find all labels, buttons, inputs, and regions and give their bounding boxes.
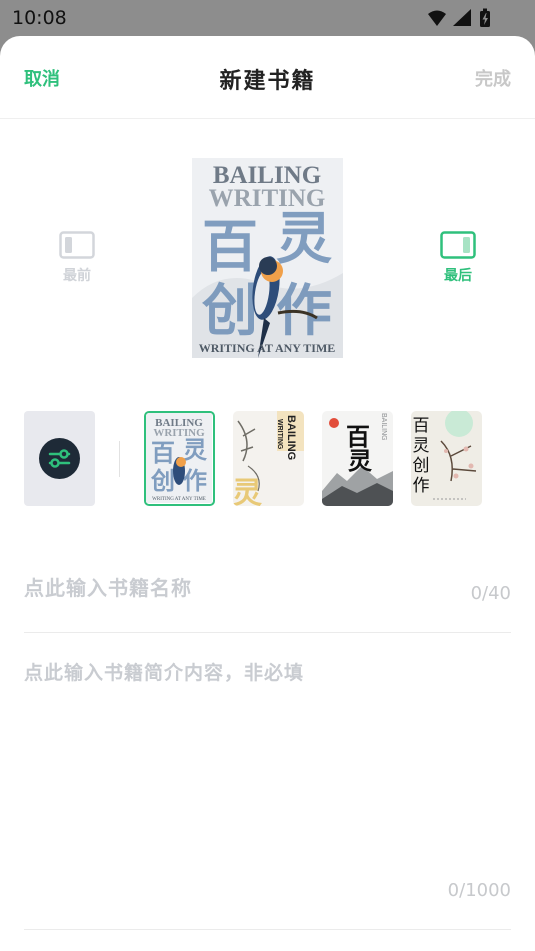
name-divider: [24, 632, 511, 633]
book-name-input[interactable]: [24, 568, 454, 608]
page-title: 新建书籍: [219, 69, 316, 94]
cover-char-2: 灵: [276, 206, 332, 272]
thumb2-en1: BAILING: [285, 415, 297, 460]
cover-tagline: WRITING AT ANY TIME: [199, 341, 336, 355]
thumb4-char-1: 百: [413, 416, 430, 436]
thumb4-char-2: 灵: [413, 436, 430, 456]
cover-template-4[interactable]: 百 灵 创 作: [411, 411, 482, 506]
cover-templates-row: BAILING WRITING 百 灵 创 作 WRITING AT ANY T…: [0, 411, 535, 507]
cover-char-3: 创: [202, 278, 258, 344]
position-front-button[interactable]: 最前: [42, 231, 112, 301]
thumb1-char-4: 作: [183, 466, 207, 495]
intro-char-count: 0/1000: [447, 880, 511, 901]
thumb1-char-1: 百: [151, 438, 175, 467]
name-char-count: 0/40: [470, 583, 511, 604]
thumb1-char-2: 灵: [183, 435, 207, 464]
book-intro-input[interactable]: [24, 658, 511, 858]
thumb2-en2: WRITING: [276, 419, 283, 450]
adjust-icon: [39, 438, 80, 479]
thumb1-char-3: 创: [150, 466, 175, 495]
thumb2-char: 灵: [233, 476, 262, 506]
cover-char-1: 百: [202, 214, 258, 280]
divider: [119, 441, 120, 477]
thumb3-char-2: 灵: [348, 446, 372, 475]
cover-template-1[interactable]: BAILING WRITING 百 灵 创 作 WRITING AT ANY T…: [144, 411, 215, 506]
thumb1-tagline: WRITING AT ANY TIME: [152, 497, 206, 502]
status-bar: 10:08: [0, 0, 535, 36]
status-time: 10:08: [12, 7, 67, 29]
cover-preview: BAILING WRITING 百 灵 创 作 WRITING AT ANY T…: [192, 158, 343, 358]
cover-template-3[interactable]: 百 灵 BAILING: [322, 411, 393, 506]
position-back-button[interactable]: 最后: [423, 231, 493, 301]
position-back-icon: [440, 231, 476, 259]
signal-icon: [453, 9, 471, 26]
wifi-icon: [428, 10, 446, 26]
thumb4-char-3: 创: [413, 456, 430, 476]
header: 取消 新建书籍 完成: [0, 36, 535, 119]
intro-divider: [24, 929, 511, 930]
thumb3-en: BAILING: [380, 413, 387, 441]
position-back-label: 最后: [444, 268, 472, 284]
cover-template-2[interactable]: BAILING WRITING 灵: [233, 411, 304, 506]
done-button[interactable]: 完成: [475, 65, 511, 91]
status-icons: [428, 8, 490, 27]
new-book-sheet: 取消 新建书籍 完成 最前 BAILING WRITING 百 灵 创 作 WR…: [0, 36, 535, 951]
custom-cover-button[interactable]: [24, 411, 95, 506]
battery-icon: [480, 8, 490, 27]
position-front-icon: [59, 231, 95, 259]
position-front-label: 最前: [63, 268, 91, 284]
thumb4-char-4: 作: [413, 476, 430, 496]
